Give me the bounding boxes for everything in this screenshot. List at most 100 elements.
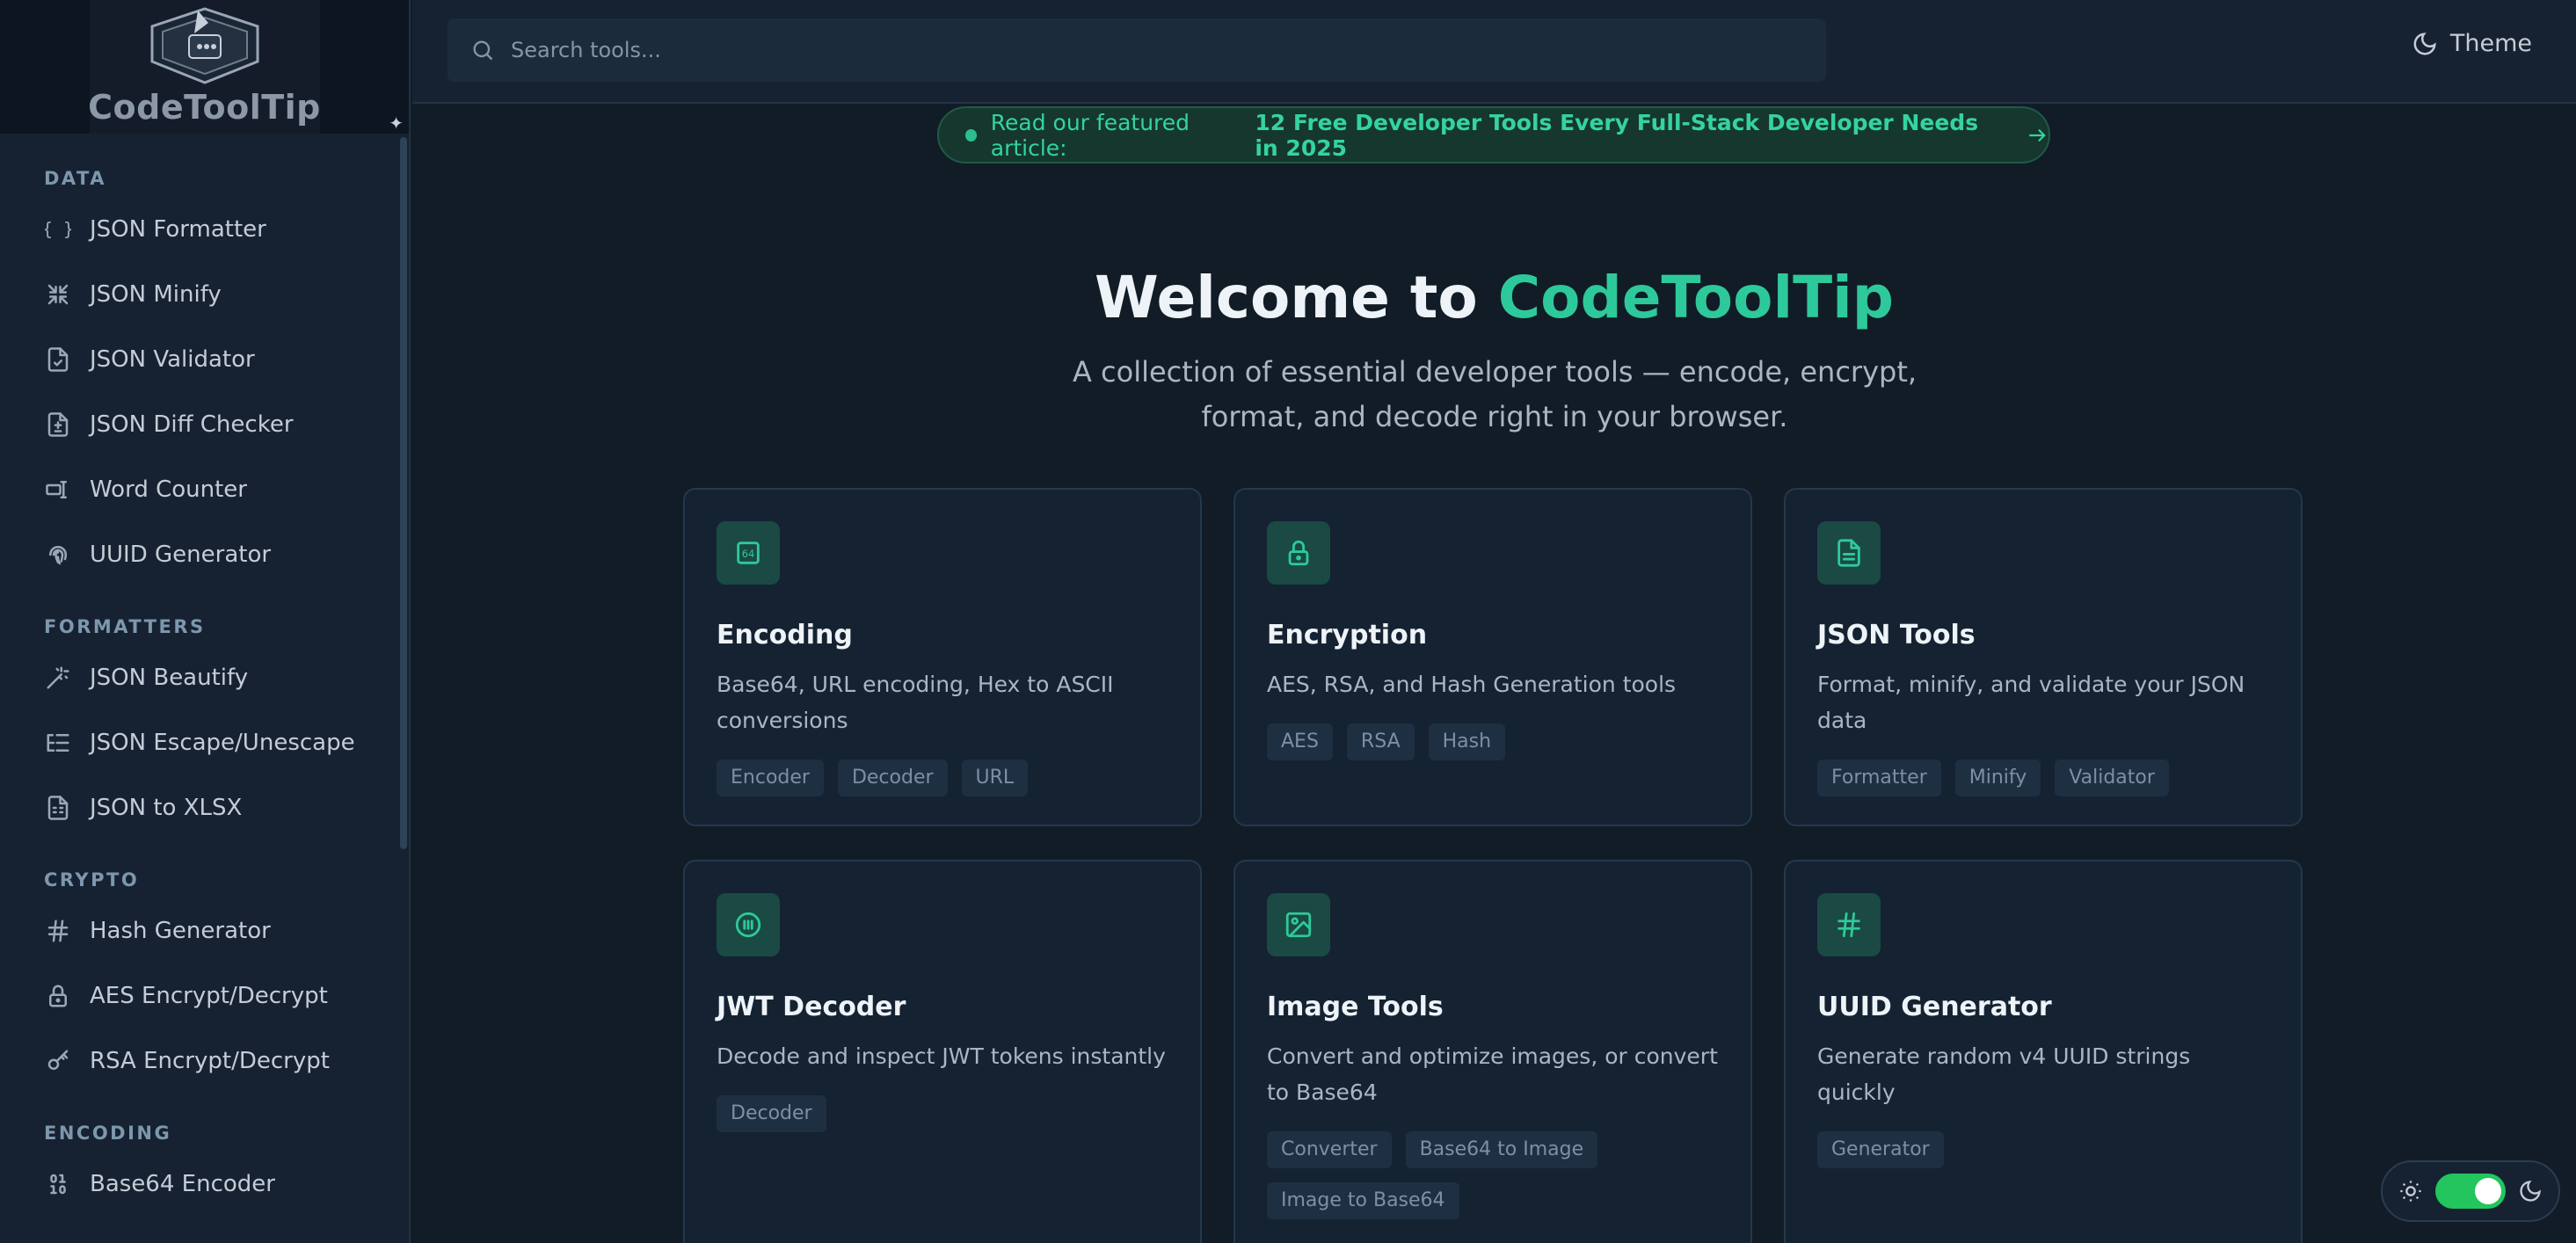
sidebar-item[interactable]: JSON Diff Checker bbox=[0, 392, 409, 457]
lock-icon-wrap bbox=[44, 982, 72, 1010]
tag[interactable]: Hash bbox=[1428, 723, 1506, 760]
minimize-icon-wrap bbox=[44, 280, 72, 309]
card-icon bbox=[717, 893, 780, 956]
sidebar-item[interactable]: Hash Generator bbox=[0, 898, 409, 963]
text-cursor-icon bbox=[46, 481, 67, 498]
card-icon bbox=[1267, 521, 1330, 585]
tool-card[interactable]: UUID Generator Generate random v4 UUID st… bbox=[1784, 860, 2303, 1243]
text-cursor-icon-wrap bbox=[44, 476, 72, 504]
logo-text: CodeToolTip bbox=[88, 88, 321, 127]
braces-icon: { } bbox=[45, 218, 71, 239]
tag[interactable]: Validator bbox=[2055, 760, 2169, 796]
sidebar-item-label: Word Counter bbox=[90, 476, 247, 503]
tag[interactable]: Image to Base64 bbox=[1267, 1182, 1459, 1219]
moon-icon bbox=[2413, 32, 2436, 55]
tag[interactable]: Formatter bbox=[1817, 760, 1941, 796]
sidebar-item-label: RSA Encrypt/Decrypt bbox=[90, 1048, 330, 1074]
card-icon bbox=[1817, 893, 1881, 956]
tool-card[interactable]: Image Tools Convert and optimize images, … bbox=[1233, 860, 1752, 1243]
sidebar-item[interactable]: Word Counter bbox=[0, 457, 409, 522]
sun-icon bbox=[2400, 1181, 2421, 1202]
file-check-icon bbox=[47, 347, 69, 372]
sidebar-scrollbar[interactable] bbox=[400, 137, 407, 849]
binary-icon bbox=[50, 1174, 66, 1195]
logo[interactable]: CodeToolTip bbox=[88, 0, 321, 134]
card-tags: Formatter Minify Validator bbox=[1817, 760, 2269, 796]
card-title: JSON Tools bbox=[1817, 620, 1976, 651]
sidebar-item-label: UUID Generator bbox=[90, 542, 272, 568]
sidebar-item[interactable]: JSON Validator bbox=[0, 327, 409, 392]
tag[interactable]: Decoder bbox=[717, 1095, 826, 1132]
sidebar-item-label: JSON Diff Checker bbox=[90, 411, 294, 438]
card-tags: Converter Base64 to Image Image to Base64 bbox=[1267, 1131, 1719, 1219]
topbar: Search tools... Theme bbox=[412, 0, 2576, 104]
mode-switch[interactable] bbox=[2435, 1174, 2506, 1209]
sidebar-section-title: DATA bbox=[44, 168, 107, 189]
tag[interactable]: URL bbox=[961, 760, 1029, 796]
card-description: AES, RSA, and Hash Generation tools bbox=[1267, 672, 1677, 697]
sidebar-item-label: JSON to XLSX bbox=[90, 795, 243, 821]
featured-article-banner[interactable]: Read our featured article: 12 Free Devel… bbox=[937, 106, 2050, 164]
sidebar-item[interactable]: Base64 Encoder bbox=[0, 1152, 409, 1217]
banner-link[interactable]: 12 Free Developer Tools Every Full-Stack… bbox=[1255, 110, 2005, 161]
theme-label: Theme bbox=[2449, 30, 2532, 57]
dark-mode-toggle[interactable] bbox=[2381, 1160, 2560, 1222]
minimize-icon bbox=[47, 284, 69, 305]
tag[interactable]: Generator bbox=[1817, 1131, 1944, 1168]
file-diff-icon bbox=[47, 412, 69, 437]
tool-card[interactable]: JWT Decoder Decode and inspect JWT tokens… bbox=[683, 860, 1202, 1243]
search-input[interactable]: Search tools... bbox=[448, 18, 1826, 82]
sidebar-item[interactable]: JSON Minify bbox=[0, 262, 409, 327]
logo-mark-icon bbox=[150, 7, 258, 84]
sidebar-item-label: JSON Minify bbox=[90, 281, 222, 308]
tag[interactable]: Encoder bbox=[717, 760, 824, 796]
spreadsheet-icon bbox=[47, 796, 69, 820]
status-dot-icon bbox=[965, 128, 977, 142]
sidebar-item-label: AES Encrypt/Decrypt bbox=[90, 983, 328, 1009]
tool-card[interactable]: 64 Encoding Base64, URL encoding, Hex to A… bbox=[683, 488, 1202, 826]
sidebar-item-label: Hash Generator bbox=[90, 918, 271, 944]
card-tags: AES RSA Hash bbox=[1267, 723, 1719, 760]
key-icon bbox=[47, 1050, 69, 1070]
sidebar-item[interactable]: { } JSON Formatter bbox=[0, 197, 409, 262]
card-description: Decode and inspect JWT tokens instantly bbox=[717, 1043, 1166, 1069]
sidebar-item[interactable]: JSON to XLSX bbox=[0, 775, 409, 840]
spreadsheet-icon-wrap bbox=[44, 794, 72, 822]
sidebar-item[interactable]: JSON Escape/Unescape bbox=[0, 710, 409, 775]
tag[interactable]: RSA bbox=[1346, 723, 1415, 760]
subtitle-line-1: A collection of essential developer tool… bbox=[1072, 355, 1917, 389]
card-description: Convert and optimize images, or convert … bbox=[1267, 1043, 1718, 1105]
card-description: Format, minify, and validate your JSON d… bbox=[1817, 672, 2245, 733]
image-icon bbox=[1285, 912, 1312, 938]
sidebar-item[interactable]: AES Encrypt/Decrypt bbox=[0, 963, 409, 1029]
tag[interactable]: Converter bbox=[1267, 1131, 1392, 1168]
card-title: Encoding bbox=[717, 620, 853, 651]
base64-icon: 64 bbox=[737, 542, 760, 564]
card-title: UUID Generator bbox=[1817, 992, 2052, 1022]
search-placeholder: Search tools... bbox=[511, 38, 661, 62]
theme-button[interactable]: Theme bbox=[2412, 30, 2532, 57]
tool-card[interactable]: JSON Tools Format, minify, and validate y… bbox=[1784, 488, 2303, 826]
search-icon bbox=[473, 40, 493, 61]
list-tree-icon-wrap bbox=[44, 729, 72, 757]
key-icon-wrap bbox=[44, 1047, 72, 1075]
tag[interactable]: AES bbox=[1267, 723, 1333, 760]
sidebar-item-label: JSON Escape/Unescape bbox=[90, 730, 355, 756]
sidebar-item[interactable]: JSON Beautify bbox=[0, 645, 409, 710]
sidebar-item[interactable]: UUID Generator bbox=[0, 522, 409, 587]
page-subtitle: A collection of essential developer tool… bbox=[1055, 350, 1934, 440]
title-accent: CodeToolTip bbox=[1497, 264, 1894, 331]
hash-icon bbox=[47, 920, 69, 942]
file-check-icon-wrap bbox=[44, 345, 72, 374]
hash-icon bbox=[1837, 912, 1860, 938]
tag[interactable]: Base64 to Image bbox=[1405, 1131, 1598, 1168]
hash-icon-wrap bbox=[44, 917, 72, 945]
tool-card[interactable]: Encryption AES, RSA, and Hash Generation … bbox=[1233, 488, 1752, 826]
banner-prefix: Read our featured article: bbox=[990, 109, 1190, 161]
tag[interactable]: Decoder bbox=[837, 760, 948, 796]
card-title: Encryption bbox=[1267, 620, 1428, 651]
card-tags: Encoder Decoder URL bbox=[717, 760, 1168, 796]
sidebar-item[interactable]: RSA Encrypt/Decrypt bbox=[0, 1029, 409, 1094]
tag[interactable]: Minify bbox=[1954, 760, 2041, 796]
sparkle-icon: ✦ bbox=[389, 113, 404, 134]
